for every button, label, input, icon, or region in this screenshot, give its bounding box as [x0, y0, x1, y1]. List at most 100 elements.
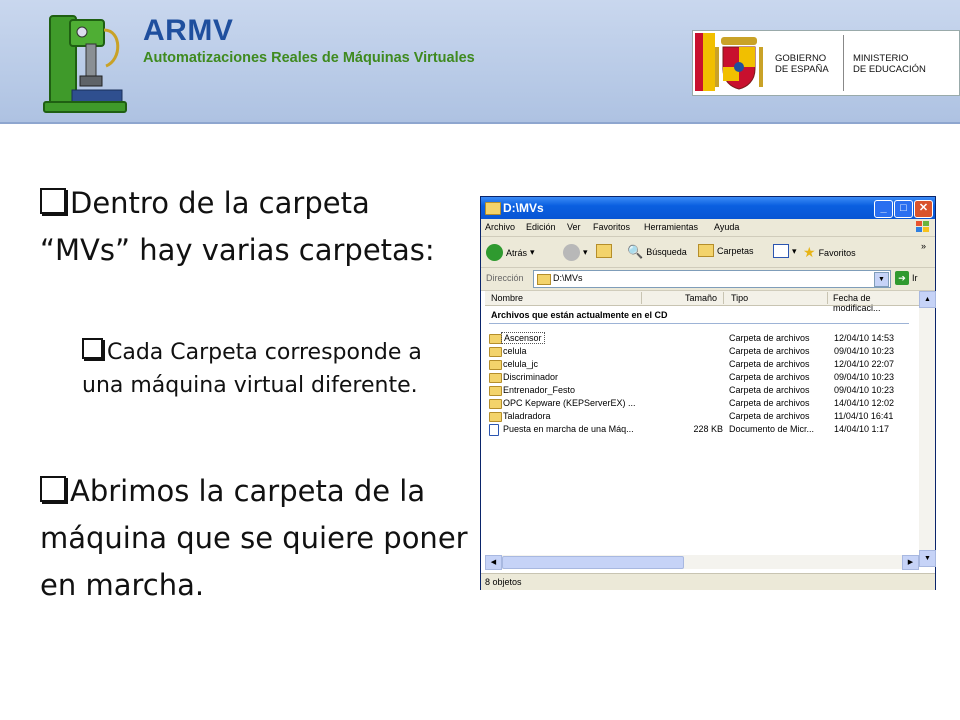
horizontal-scrollbar[interactable]: ◀ ▶ — [485, 555, 919, 570]
up-folder-button[interactable] — [596, 244, 612, 258]
coat-of-arms-icon — [715, 37, 763, 90]
file-name: Discriminador — [503, 372, 559, 382]
search-icon: 🔍 — [627, 244, 644, 259]
file-type: Carpeta de archivos — [729, 359, 810, 369]
flag-yellow-stripe — [703, 33, 715, 91]
logo-divider — [843, 35, 844, 91]
go-arrow-icon[interactable]: ➔ — [895, 271, 909, 285]
file-row[interactable]: Entrenador_Festo Carpeta de archivos 09/… — [489, 384, 929, 397]
folders-label: Carpetas — [717, 245, 754, 256]
flag-red-stripe — [695, 33, 703, 91]
column-separator[interactable] — [827, 292, 828, 304]
file-name: Puesta en marcha de una Máq... — [503, 424, 634, 434]
folder-icon — [485, 202, 501, 215]
file-date: 14/04/10 12:02 — [834, 398, 895, 408]
scroll-up-button[interactable]: ▲ — [919, 291, 936, 308]
column-nombre[interactable]: Nombre — [491, 293, 523, 303]
file-row[interactable]: celula_jc Carpeta de archivos 12/04/10 2… — [489, 358, 929, 371]
chevron-down-icon: ▾ — [583, 247, 588, 257]
column-separator[interactable] — [723, 292, 724, 304]
bullet-3-text: Abrimos la carpeta de la máquina que se … — [40, 474, 468, 602]
folder-icon — [489, 373, 502, 383]
file-row[interactable]: celula Carpeta de archivos 09/04/10 10:2… — [489, 345, 929, 358]
column-tipo[interactable]: Tipo — [731, 293, 748, 303]
file-row[interactable]: OPC Kepware (KEPServerEX) ... Carpeta de… — [489, 397, 929, 410]
maximize-button[interactable]: □ — [894, 200, 913, 218]
government-logo-block: GOBIERNO DE ESPAÑA MINISTERIO DE EDUCACI… — [692, 30, 960, 96]
menu-favoritos[interactable]: Favoritos — [593, 222, 630, 232]
address-input[interactable]: D:\MVs ▼ — [533, 270, 891, 288]
menu-ver[interactable]: Ver — [567, 222, 581, 232]
folder-icon — [489, 386, 502, 396]
file-name: Ascensor — [501, 332, 545, 344]
checkbox-bullet-icon — [82, 338, 103, 359]
views-button[interactable]: ▾ — [773, 244, 797, 258]
group-divider — [489, 323, 909, 324]
back-button[interactable]: Atrás ▾ — [486, 244, 535, 261]
go-button[interactable]: Ir — [912, 273, 918, 283]
close-button[interactable]: ✕ — [914, 200, 933, 218]
column-fecha[interactable]: Fecha de modificaci... — [833, 293, 919, 313]
folders-button[interactable]: Carpetas — [698, 244, 754, 257]
folder-icon — [489, 399, 502, 409]
favorites-label: Favoritos — [818, 247, 856, 258]
star-icon: ★ — [803, 244, 816, 260]
checkbox-bullet-icon — [40, 188, 66, 214]
ministry-line-2: DE EDUCACIÓN — [853, 64, 926, 75]
explorer-window: D:\MVs _ □ ✕ Archivo Edición Ver Favorit… — [480, 196, 936, 590]
toolbar-overflow-button[interactable]: » — [921, 241, 926, 251]
bullet-1-sub: Cada Carpeta corresponde a una máquina v… — [82, 336, 462, 402]
vertical-scrollbar[interactable]: ▲ ▼ — [919, 291, 936, 567]
app-title: ARMV — [143, 14, 234, 47]
search-button[interactable]: 🔍 Búsqueda — [627, 244, 687, 260]
scroll-right-button[interactable]: ▶ — [902, 555, 919, 570]
toolbar: Atrás ▾ ▾ 🔍 Búsqueda Carpetas ▾ ★ Favori… — [481, 237, 935, 268]
menu-ayuda[interactable]: Ayuda — [714, 222, 739, 232]
file-name: celula_jc — [503, 359, 539, 369]
bullet-1-text: Dentro de la carpeta “MVs” hay varias ca… — [40, 186, 435, 267]
folder-icon — [489, 347, 502, 357]
file-name: celula — [503, 346, 527, 356]
menu-edicion[interactable]: Edición — [526, 222, 556, 232]
menu-herramientas[interactable]: Herramientas — [644, 222, 698, 232]
file-row[interactable]: Puesta en marcha de una Máq... 228 KB Do… — [489, 423, 929, 436]
file-row[interactable]: Ascensor Carpeta de archivos 12/04/10 14… — [489, 332, 929, 345]
address-label: Dirección — [486, 273, 524, 283]
column-tamano[interactable]: Tamaño — [685, 293, 717, 303]
government-label: GOBIERNO DE ESPAÑA — [775, 53, 829, 75]
column-separator[interactable] — [641, 292, 642, 304]
address-dropdown-button[interactable]: ▼ — [874, 272, 889, 287]
address-bar: Dirección D:\MVs ▼ ➔ Ir — [481, 268, 935, 291]
drill-press-machine-icon — [43, 15, 127, 113]
file-date: 12/04/10 22:07 — [834, 359, 895, 369]
window-titlebar[interactable]: D:\MVs _ □ ✕ — [481, 197, 935, 219]
scroll-thumb[interactable] — [502, 556, 684, 569]
scroll-down-button[interactable]: ▼ — [919, 550, 936, 567]
file-size: 228 KB — [693, 424, 723, 434]
address-value: D:\MVs — [553, 273, 583, 283]
folders-icon — [698, 244, 714, 257]
ministry-line-1: MINISTERIO — [853, 53, 909, 64]
file-row[interactable]: Taladradora Carpeta de archivos 11/04/10… — [489, 410, 929, 423]
chevron-down-icon: ▾ — [530, 247, 535, 257]
group-header: Archivos que están actualmente en el CD — [491, 310, 668, 320]
up-folder-icon — [596, 244, 612, 258]
file-date: 09/04/10 10:23 — [834, 385, 895, 395]
menu-archivo[interactable]: Archivo — [485, 222, 515, 232]
checkbox-bullet-icon — [40, 476, 66, 502]
file-type: Carpeta de archivos — [729, 385, 810, 395]
file-name: OPC Kepware (KEPServerEX) ... — [503, 398, 636, 408]
minimize-button[interactable]: _ — [874, 200, 893, 218]
column-header-row: Nombre Tamaño Tipo Fecha de modificaci..… — [485, 291, 919, 313]
window-title: D:\MVs — [503, 201, 544, 215]
favorites-button[interactable]: ★ Favoritos — [803, 244, 856, 261]
file-date: 11/04/10 16:41 — [834, 411, 894, 421]
file-type: Carpeta de archivos — [729, 398, 810, 408]
forward-button[interactable]: ▾ — [563, 244, 588, 261]
file-type: Carpeta de archivos — [729, 333, 810, 343]
file-date: 12/04/10 14:53 — [834, 333, 895, 343]
bullet-2: Abrimos la carpeta de la máquina que se … — [40, 468, 470, 609]
file-row[interactable]: Discriminador Carpeta de archivos 09/04/… — [489, 371, 929, 384]
file-date: 09/04/10 10:23 — [834, 372, 895, 382]
scroll-left-button[interactable]: ◀ — [485, 555, 502, 570]
